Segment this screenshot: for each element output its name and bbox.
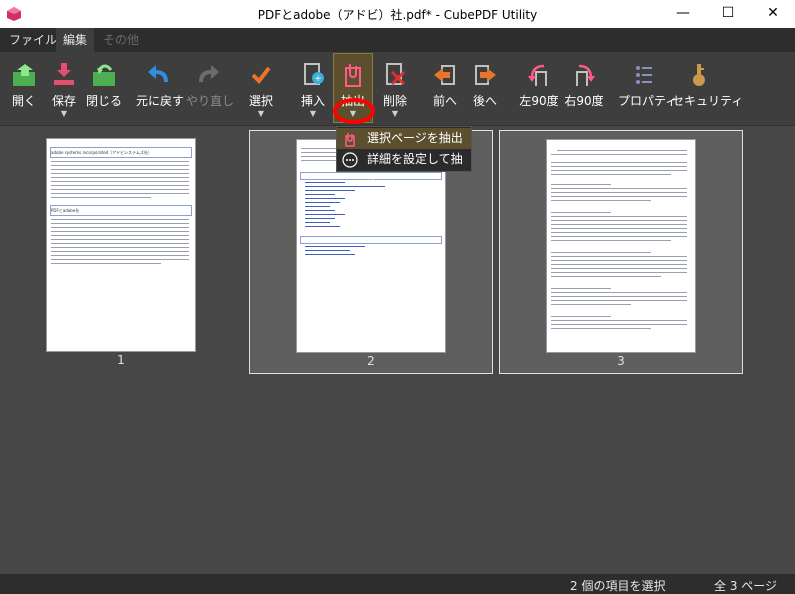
- page-number: 2: [367, 354, 375, 368]
- redo-arrow-icon: [199, 65, 219, 83]
- close-folder-icon: [93, 64, 115, 86]
- extract-selected-pages-item[interactable]: 選択ページを抽出: [337, 128, 471, 149]
- insert-dropdown-icon[interactable]: ▼: [296, 109, 330, 119]
- save-dropdown-icon[interactable]: ▼: [46, 109, 82, 119]
- extract-with-settings-item[interactable]: 詳細を設定して抽出: [337, 149, 471, 187]
- select-button[interactable]: 選択 ▼: [244, 54, 278, 120]
- close-window-button[interactable]: ✕: [750, 0, 795, 28]
- page-thumbnail-3[interactable]: 3: [499, 130, 743, 374]
- page-subheading: PDFとadobe社: [50, 205, 192, 216]
- undo-button[interactable]: 元に戻す: [136, 54, 184, 120]
- tab-file[interactable]: ファイル: [2, 28, 64, 52]
- extract-dropdown-menu: 選択ページを抽出 詳細を設定して抽出: [336, 126, 472, 187]
- select-dropdown-icon[interactable]: ▼: [244, 109, 278, 119]
- undo-arrow-icon: [148, 65, 168, 83]
- title-bar: PDFとadobe（アドビ）社.pdf* - CubePDF Utility —…: [0, 0, 795, 28]
- redo-button[interactable]: やり直し: [186, 54, 234, 120]
- tab-other[interactable]: その他: [96, 28, 146, 52]
- menu-bar: ファイル 編集 その他: [0, 28, 795, 52]
- maximize-button[interactable]: ☐: [705, 0, 751, 28]
- move-right-icon: [475, 65, 496, 85]
- move-left-icon: [434, 65, 455, 85]
- page-count: 全 3 ページ: [714, 579, 778, 593]
- extract-page-icon: [345, 64, 361, 87]
- insert-button[interactable]: + 挿入 ▼: [296, 54, 330, 120]
- extract-page-icon: [345, 133, 355, 147]
- security-button[interactable]: セキュリティ: [672, 54, 743, 120]
- move-back-button[interactable]: 後へ: [468, 54, 502, 120]
- save-button[interactable]: 保存 ▼: [46, 54, 82, 120]
- save-download-icon: [54, 63, 74, 85]
- open-folder-icon: [13, 64, 35, 86]
- properties-list-icon: [636, 66, 652, 84]
- page-number: 3: [617, 354, 625, 368]
- svg-text:+: +: [314, 74, 322, 84]
- delete-page-icon: [386, 63, 406, 86]
- page-thumbnail-area: adobe systems incorporated（アドビシステムズ社） PD…: [0, 126, 795, 574]
- more-options-icon: [342, 152, 358, 168]
- insert-page-icon: +: [304, 63, 324, 85]
- red-highlight-annotation: [333, 98, 375, 124]
- close-file-button[interactable]: 閉じる: [86, 54, 122, 120]
- page-thumbnail-1[interactable]: adobe systems incorporated（アドビシステムズ社） PD…: [0, 130, 242, 372]
- properties-button[interactable]: プロパティ: [618, 54, 677, 120]
- status-bar: 2 個の項目を選択 全 3 ページ: [0, 574, 795, 594]
- tab-edit[interactable]: 編集: [56, 28, 95, 52]
- page-preview: adobe systems incorporated（アドビシステムズ社） PD…: [46, 138, 196, 352]
- move-forward-button[interactable]: 前へ: [428, 54, 462, 120]
- rotate-left-icon: [528, 64, 547, 86]
- page-preview: [546, 139, 696, 353]
- page-heading: adobe systems incorporated（アドビシステムズ社）: [50, 147, 192, 158]
- open-button[interactable]: 開く: [6, 54, 42, 120]
- rotate-right-icon: [576, 64, 595, 86]
- minimize-button[interactable]: —: [660, 0, 706, 28]
- ribbon-toolbar: 開く 保存 ▼ 閉じる 元に戻す やり直し 選択 ▼ + 挿入 ▼ 抽出 ▼ 削…: [0, 52, 795, 126]
- checkmark-icon: [251, 66, 271, 85]
- rotate-right-button[interactable]: 右90度: [562, 54, 606, 120]
- rotate-left-button[interactable]: 左90度: [518, 54, 560, 120]
- selection-count: 2 個の項目を選択: [570, 579, 666, 593]
- delete-dropdown-icon[interactable]: ▼: [378, 109, 412, 119]
- page-number: 1: [117, 353, 125, 367]
- key-icon: [693, 64, 705, 86]
- delete-button[interactable]: 削除 ▼: [378, 54, 412, 120]
